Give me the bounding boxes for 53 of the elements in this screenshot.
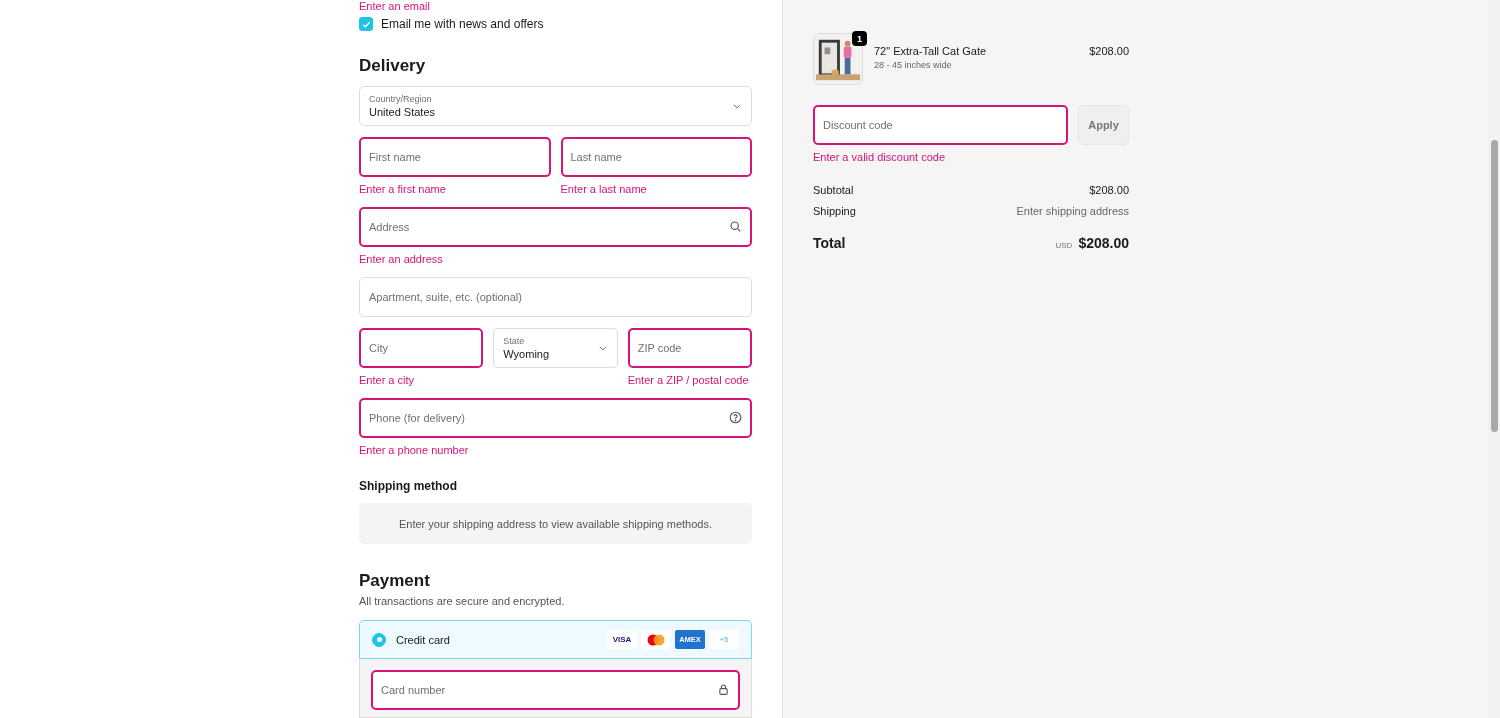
select-field[interactable]: State Wyoming	[493, 328, 618, 368]
select-field[interactable]: Country/Region United States	[359, 86, 752, 126]
total-label: Total	[813, 235, 846, 251]
input-field[interactable]: First name	[359, 137, 551, 177]
input-field[interactable]: City	[359, 328, 484, 368]
product-name: 72" Extra-Tall Cat Gate	[874, 45, 988, 57]
input-field[interactable]: Last name	[560, 137, 752, 177]
scrollbar[interactable]	[1488, 0, 1500, 718]
error-message: Enter a last name	[560, 183, 648, 196]
checkbox[interactable]	[359, 17, 373, 31]
input-field[interactable]: ZIP code	[627, 328, 752, 368]
radio-button[interactable]	[372, 632, 386, 647]
currency-code: USD	[1055, 241, 1073, 250]
chevron-down-icon	[597, 343, 608, 353]
field-label: Country/Region	[369, 93, 433, 106]
summary-value: $208.00	[1089, 184, 1129, 196]
payment-option-label: Credit card	[396, 633, 450, 646]
total-value: $208.00	[1078, 235, 1129, 251]
quantity-badge: 1	[852, 31, 867, 46]
checkbox-label: Email me with news and offers	[381, 17, 544, 31]
error-message: Enter an email	[359, 0, 430, 13]
search-icon	[729, 220, 742, 233]
error-message: Enter a first name	[359, 183, 447, 196]
chevron-down-icon	[732, 101, 742, 111]
check-icon	[361, 19, 371, 29]
help-icon[interactable]	[729, 411, 742, 424]
lock-icon	[717, 683, 730, 697]
section-heading: Delivery	[359, 56, 427, 76]
mastercard-logo	[641, 630, 671, 650]
select-value: Wyoming	[503, 348, 551, 361]
summary-value: Enter shipping address	[1016, 205, 1129, 217]
field-label: State	[503, 335, 526, 348]
error-message: Enter a ZIP / postal code	[627, 374, 750, 387]
product-price: $208.00	[1089, 44, 1129, 57]
section-subtitle: All transactions are secure and encrypted.	[359, 595, 566, 607]
error-message: Enter a valid discount code	[813, 151, 947, 164]
error-message: Enter a city	[359, 374, 416, 387]
input-field[interactable]: Phone (for delivery)	[359, 398, 752, 438]
input-field[interactable]: Address	[359, 207, 752, 247]
select-value: United States	[369, 106, 437, 119]
product-variant: 28 - 45 inches wide	[874, 60, 953, 70]
summary-label: Subtotal	[813, 184, 854, 196]
visa-logo: VISA	[607, 630, 637, 650]
more-cards-count: +5	[709, 630, 739, 650]
section-heading: Shipping method	[359, 479, 458, 493]
apply-button[interactable]: Apply	[1078, 105, 1129, 145]
error-message: Enter a phone number	[359, 444, 470, 457]
section-heading: Payment	[359, 571, 431, 591]
summary-label: Shipping	[813, 205, 856, 217]
input-field[interactable]: Card number	[371, 670, 740, 711]
shipping-notice: Enter your shipping address to view available shipping methods.	[359, 503, 752, 544]
error-message: Enter an address	[359, 253, 444, 266]
input-field[interactable]: Discount code	[813, 105, 1068, 145]
